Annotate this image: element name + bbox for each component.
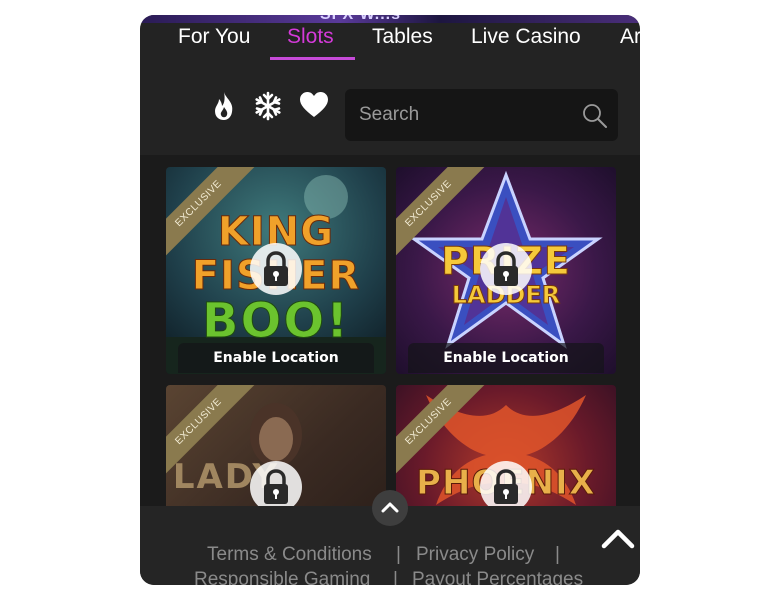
game-tile-phoenix[interactable]: PHOENIX EXCLUSIVE	[396, 385, 616, 506]
search-icon[interactable]	[582, 103, 608, 129]
game-grid: KING FISHER BOO! EXCLUSIVE Enable Locati…	[140, 155, 640, 506]
tab-tables[interactable]: Tables	[372, 25, 433, 49]
back-to-top-button[interactable]	[600, 524, 636, 550]
snowflake-icon[interactable]	[253, 91, 281, 121]
lock-icon	[250, 243, 302, 295]
heart-icon[interactable]	[299, 91, 329, 121]
link-separator: |	[393, 569, 398, 585]
chevron-up-icon	[381, 502, 399, 513]
filter-row	[140, 75, 640, 155]
game-tile-lady[interactable]: LADY EXCLUSIVE	[166, 385, 386, 506]
flame-icon[interactable]	[210, 91, 238, 121]
lock-icon	[480, 243, 532, 295]
footer: Terms & Conditions | Privacy Policy | Re…	[140, 490, 640, 585]
tab-slots[interactable]: Slots	[287, 25, 334, 49]
enable-location-button[interactable]: Enable Location	[408, 343, 604, 373]
link-terms[interactable]: Terms & Conditions	[207, 544, 372, 566]
app-window: SFX W...s For You Slots Tables Live Casi…	[140, 15, 640, 585]
search-box	[345, 89, 618, 141]
promo-banner[interactable]: SFX W...s	[140, 15, 640, 23]
category-tabs: For You Slots Tables Live Casino Ar	[140, 23, 640, 60]
link-responsible-gaming[interactable]: Responsible Gaming	[194, 569, 370, 585]
link-privacy[interactable]: Privacy Policy	[416, 544, 534, 566]
game-tile-prize-ladder[interactable]: PRIZE LADDER EXCLUSIVE Enable Location	[396, 167, 616, 374]
tab-live-casino[interactable]: Live Casino	[471, 25, 581, 49]
chevron-up-icon	[601, 529, 635, 549]
game-tile-king-fisher-boo[interactable]: KING FISHER BOO! EXCLUSIVE Enable Locati…	[166, 167, 386, 374]
active-tab-indicator	[270, 57, 355, 60]
tab-more[interactable]: Ar	[620, 25, 640, 49]
search-input[interactable]	[357, 99, 571, 131]
link-payout-percentages[interactable]: Payout Percentages	[412, 569, 583, 585]
scroll-up-button[interactable]	[372, 490, 408, 526]
lock-icon	[480, 461, 532, 506]
game-logo-line3: BOO!	[201, 293, 351, 350]
link-separator: |	[396, 544, 401, 565]
enable-location-button[interactable]: Enable Location	[178, 343, 374, 373]
link-separator: |	[555, 544, 560, 565]
lock-icon	[250, 461, 302, 506]
tab-for-you[interactable]: For You	[178, 25, 250, 49]
